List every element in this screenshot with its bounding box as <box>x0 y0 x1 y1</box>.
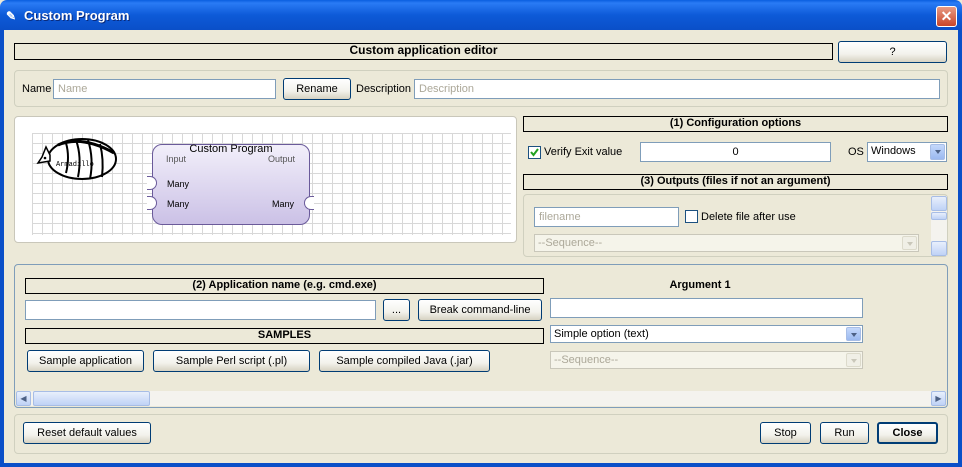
horizontal-scrollbar[interactable] <box>16 391 946 406</box>
sample-perl-button[interactable]: Sample Perl script (.pl) <box>153 350 310 372</box>
horizontal-scroll-thumb[interactable] <box>33 391 150 406</box>
scroll-thumb[interactable] <box>931 212 947 220</box>
argument-value-input[interactable] <box>550 298 863 318</box>
description-input[interactable]: Description <box>414 79 940 99</box>
armadillo-logo: Armadillo <box>36 138 117 180</box>
outputs-sequence-value: --Sequence-- <box>538 237 603 249</box>
logo-text: Armadillo <box>56 161 94 169</box>
chevron-down-icon <box>902 236 917 250</box>
window-title: Custom Program <box>24 8 130 23</box>
verify-label: Verify Exit value <box>544 146 623 158</box>
verify-checkbox[interactable] <box>528 146 541 159</box>
break-command-line-button[interactable]: Break command-line <box>418 299 542 321</box>
application-name-input[interactable] <box>25 300 376 320</box>
os-label: OS <box>848 146 864 158</box>
editor-header: Custom application editor <box>14 43 833 60</box>
filename-input[interactable]: filename <box>534 207 679 227</box>
node-input-label: Input <box>166 154 187 164</box>
app-icon: ✎ <box>6 9 17 23</box>
scroll-down-icon[interactable] <box>931 241 947 256</box>
name-label: Name <box>22 83 52 95</box>
argument-sequence-value: --Sequence-- <box>554 354 619 366</box>
reset-default-button[interactable]: Reset default values <box>23 422 151 444</box>
chevron-down-icon <box>846 327 861 341</box>
stop-button[interactable]: Stop <box>760 422 811 444</box>
outputs-header: (3) Outputs (files if not an argument) <box>523 174 948 190</box>
os-select[interactable]: Windows <box>867 142 947 162</box>
close-icon[interactable]: ✕ <box>936 6 957 27</box>
samples-header: SAMPLES <box>25 328 544 344</box>
argument-type-select[interactable]: Simple option (text) <box>550 325 863 343</box>
window-frame-left <box>0 30 4 467</box>
argument-type-value: Simple option (text) <box>554 328 649 340</box>
chevron-down-icon <box>930 144 945 160</box>
delete-label: Delete file after use <box>701 211 796 223</box>
scroll-right-icon[interactable]: ▶ <box>931 391 946 406</box>
port-label: Many <box>167 199 190 209</box>
browse-button[interactable]: ... <box>383 299 410 321</box>
scroll-up-icon[interactable] <box>931 196 947 211</box>
config-header: (1) Configuration options <box>523 116 948 132</box>
window-frame-bottom <box>0 463 962 467</box>
argument-sequence-select: --Sequence-- <box>550 351 863 369</box>
run-button[interactable]: Run <box>820 422 869 444</box>
sample-application-button[interactable]: Sample application <box>27 350 144 372</box>
name-input[interactable]: Name <box>53 79 276 99</box>
output-port-1[interactable] <box>304 196 314 210</box>
node-output-label: Output <box>268 154 296 164</box>
outputs-sequence-select: --Sequence-- <box>534 234 919 252</box>
help-button[interactable]: ? <box>838 41 947 63</box>
scroll-left-icon[interactable]: ◀ <box>16 391 31 406</box>
argument-header: Argument 1 <box>669 279 731 291</box>
close-button[interactable]: Close <box>877 422 938 444</box>
title-bar: ✎ Custom Program ✕ <box>0 0 962 30</box>
window-frame-right <box>958 30 962 467</box>
os-value: Windows <box>871 145 916 157</box>
port-label: Many <box>167 179 190 189</box>
rename-button[interactable]: Rename <box>283 78 351 100</box>
checkmark-icon <box>530 148 539 157</box>
exit-value-input[interactable]: 0 <box>640 142 831 162</box>
port-label: Many <box>272 199 295 209</box>
delete-checkbox[interactable] <box>685 210 698 223</box>
chevron-down-icon <box>846 353 861 367</box>
application-header: (2) Application name (e.g. cmd.exe) <box>25 278 544 294</box>
description-label: Description <box>356 83 412 95</box>
sample-java-button[interactable]: Sample compiled Java (.jar) <box>319 350 490 372</box>
